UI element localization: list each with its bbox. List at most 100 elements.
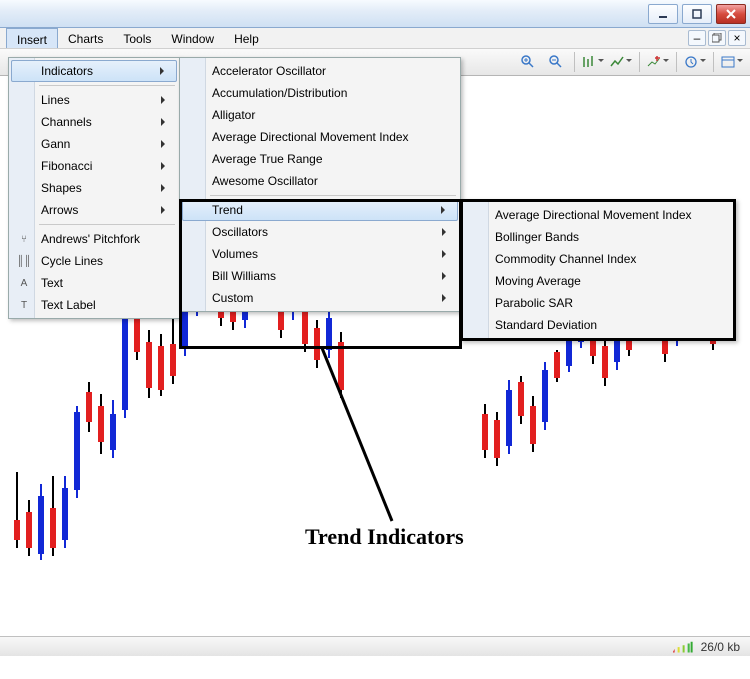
insert-menu-item-indicators[interactable]: Indicators (11, 60, 177, 82)
chevron-right-icon (442, 294, 450, 302)
bar-chart-button[interactable] (581, 51, 605, 73)
doc-close-button[interactable]: × (728, 30, 746, 46)
x-icon: × (733, 31, 740, 45)
transfer-status: 26/0 kb (701, 640, 740, 654)
toolbar-separator (574, 52, 575, 72)
indicators-menu-item-oscillators[interactable]: Oscillators (182, 221, 458, 243)
indicators-menu-item-awesome-oscillator[interactable]: Awesome Oscillator (182, 170, 458, 192)
menu-item-label: Standard Deviation (495, 318, 597, 332)
zoom-out-button[interactable] (544, 51, 568, 73)
indicators-menu-item-average-directional-movement-index[interactable]: Average Directional Movement Index (182, 126, 458, 148)
window-minimize-button[interactable] (648, 4, 678, 24)
indicators-menu-item-accelerator-oscillator[interactable]: Accelerator Oscillator (182, 60, 458, 82)
menubar-insert[interactable]: Insert (6, 28, 58, 48)
chevron-right-icon (160, 67, 168, 75)
menu-separator (39, 85, 175, 86)
menubar-help[interactable]: Help (224, 28, 269, 48)
insert-menu-item-fibonacci[interactable]: Fibonacci (11, 155, 177, 177)
menu-item-label: Accelerator Oscillator (212, 64, 326, 78)
chevron-right-icon (442, 228, 450, 236)
zoom-out-icon (548, 54, 564, 70)
trend-menu-item-parabolic-sar[interactable]: Parabolic SAR (465, 292, 731, 314)
zoom-in-button[interactable] (516, 51, 540, 73)
minimize-icon (658, 9, 668, 19)
insert-menu-item-andrews-pitchfork[interactable]: ⑂Andrews' Pitchfork (11, 228, 177, 250)
menu-separator (39, 224, 175, 225)
statusbar: 26/0 kb (0, 636, 750, 656)
bar-chart-icon (582, 55, 596, 69)
insert-menu-item-arrows[interactable]: Arrows (11, 199, 177, 221)
trend-menu-item-commodity-channel-index[interactable]: Commodity Channel Index (465, 248, 731, 270)
menu-item-label: Lines (41, 93, 70, 107)
menu-item-label: Alligator (212, 108, 255, 122)
close-icon (726, 9, 736, 19)
indicators-menu-item-volumes[interactable]: Volumes (182, 243, 458, 265)
menubar: Insert Charts Tools Window Help (0, 28, 750, 48)
doc-minimize-button[interactable]: – (688, 30, 706, 46)
menu-separator (210, 195, 456, 196)
insert-menu-item-cycle-lines[interactable]: ║║Cycle Lines (11, 250, 177, 272)
indicators-menu-item-alligator[interactable]: Alligator (182, 104, 458, 126)
menubar-charts[interactable]: Charts (58, 28, 113, 48)
menu-item-label: Text (41, 276, 63, 290)
menu-item-label: Indicators (41, 64, 93, 78)
indicators-menu-item-trend[interactable]: Trend (182, 199, 458, 221)
indicators-submenu: Accelerator Oscillator Accumulation/Distr… (179, 57, 461, 312)
menu-item-label: Bollinger Bands (495, 230, 579, 244)
menu-item-label: Awesome Oscillator (212, 174, 318, 188)
indicators-menu-item-accumulation-distribution[interactable]: Accumulation/Distribution (182, 82, 458, 104)
menu-item-label: Channels (41, 115, 92, 129)
menu-item-label: Fibonacci (41, 159, 92, 173)
plus-chart-icon (647, 55, 661, 69)
menu-item-label: Arrows (41, 203, 78, 217)
chevron-right-icon (161, 140, 169, 148)
chevron-right-icon (161, 118, 169, 126)
menu-item-label: Shapes (41, 181, 82, 195)
template-icon (721, 55, 735, 69)
templates-button[interactable] (720, 51, 744, 73)
insert-menu-item-text-label[interactable]: TText Label (11, 294, 177, 316)
indicators-menu-item-bill-williams[interactable]: Bill Williams (182, 265, 458, 287)
insert-menu-item-lines[interactable]: Lines (11, 89, 177, 111)
chevron-right-icon (441, 206, 449, 214)
insert-menu: Indicators Lines Channels Gann Fibonacci Shap… (8, 57, 180, 319)
chevron-right-icon (161, 96, 169, 104)
line-chart-icon (610, 55, 624, 69)
insert-menu-item-text[interactable]: A Text (11, 272, 177, 294)
chevron-right-icon (161, 162, 169, 170)
menu-item-label: Oscillators (212, 225, 268, 239)
window-titlebar (0, 0, 750, 28)
trend-menu-item-moving-average[interactable]: Moving Average (465, 270, 731, 292)
pitchfork-icon: ⑂ (15, 231, 33, 247)
indicators-menu-item-average-true-range[interactable]: Average True Range (182, 148, 458, 170)
toolbar-separator (676, 52, 677, 72)
restore-icon (712, 33, 722, 43)
trend-menu-item-standard-deviation[interactable]: Standard Deviation (465, 314, 731, 336)
minus-icon: – (694, 31, 701, 45)
trend-menu-item-bollinger-bands[interactable]: Bollinger Bands (465, 226, 731, 248)
doc-restore-button[interactable] (708, 30, 726, 46)
periodicity-button[interactable] (683, 51, 707, 73)
trend-menu-item-average-directional-movement-index[interactable]: Average Directional Movement Index (465, 204, 731, 226)
menubar-tools[interactable]: Tools (113, 28, 161, 48)
indicators-menu-item-custom[interactable]: Custom (182, 287, 458, 309)
insert-menu-item-channels[interactable]: Channels (11, 111, 177, 133)
chevron-right-icon (161, 184, 169, 192)
window-close-button[interactable] (716, 4, 746, 24)
chevron-right-icon (442, 272, 450, 280)
toolbar-separator (639, 52, 640, 72)
menu-item-label: Gann (41, 137, 70, 151)
menu-item-label: Average Directional Movement Index (212, 130, 409, 144)
insert-menu-item-shapes[interactable]: Shapes (11, 177, 177, 199)
menu-item-label: Average True Range (212, 152, 323, 166)
cycle-icon: ║║ (15, 253, 33, 269)
annotation-label: Trend Indicators (305, 524, 464, 550)
chevron-right-icon (442, 250, 450, 258)
text-icon: A (15, 275, 33, 291)
line-chart-button[interactable] (609, 51, 633, 73)
connection-signal-icon (673, 641, 693, 653)
window-maximize-button[interactable] (682, 4, 712, 24)
add-indicator-button[interactable] (646, 51, 670, 73)
menubar-window[interactable]: Window (161, 28, 224, 48)
insert-menu-item-gann[interactable]: Gann (11, 133, 177, 155)
